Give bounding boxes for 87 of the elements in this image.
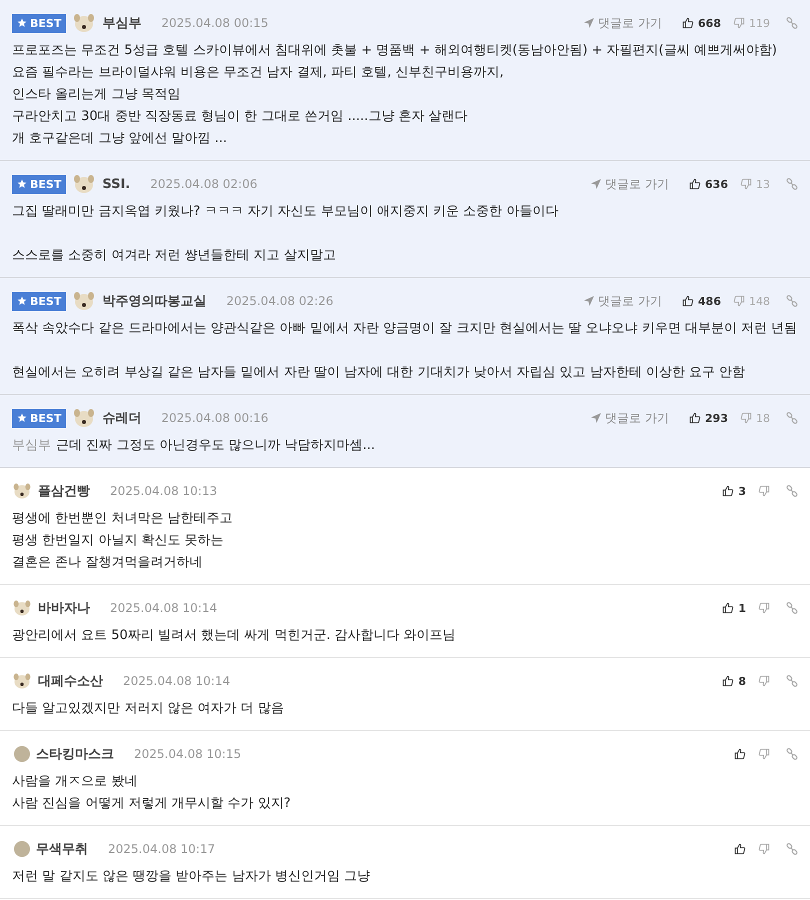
comment-text: 사람을 개ㅈ으로 봤네 bbox=[12, 773, 138, 791]
dislike-button[interactable] bbox=[758, 602, 770, 614]
send-icon bbox=[590, 412, 602, 424]
link-icon[interactable] bbox=[786, 602, 798, 614]
like-button[interactable]: 636 bbox=[689, 178, 728, 190]
author-name[interactable]: 스타킹마스크 bbox=[36, 745, 114, 763]
link-icon[interactable] bbox=[786, 17, 798, 29]
like-button[interactable]: 486 bbox=[682, 294, 721, 308]
comment-text: 다들 알고있겠지만 저러지 않은 여자가 더 많음 bbox=[12, 700, 285, 718]
thumbs-up-icon bbox=[722, 485, 734, 497]
dislike-button[interactable] bbox=[758, 748, 770, 760]
author-name[interactable]: 박주영의따봉교실 bbox=[102, 292, 206, 310]
comment-date: 2025.04.08 02:06 bbox=[150, 177, 258, 191]
link-icon[interactable] bbox=[786, 412, 798, 424]
dislike-button[interactable] bbox=[758, 843, 770, 855]
like-button[interactable]: 8 bbox=[722, 674, 746, 688]
thumbs-down-icon bbox=[758, 602, 770, 614]
thumbs-up-icon bbox=[689, 178, 702, 190]
link-icon[interactable] bbox=[786, 843, 798, 855]
send-icon bbox=[590, 178, 602, 190]
link-icon[interactable] bbox=[786, 295, 798, 307]
like-button[interactable] bbox=[734, 748, 746, 760]
comment-text: 광안리에서 요트 50짜리 빌려서 했는데 싸게 먹힌거군. 감사합니다 와이프님 bbox=[12, 627, 457, 645]
best-badge: BEST bbox=[12, 174, 66, 194]
comment-text: 요즘 필수라는 브라이덜샤워 비용은 무조건 남자 결제, 파티 호텔, 신부친구비용까지, bbox=[12, 64, 505, 82]
author-name[interactable]: 부심부 bbox=[102, 14, 142, 32]
avatar-icon bbox=[14, 841, 30, 857]
thumbs-up-icon bbox=[734, 748, 746, 760]
comment-text: 현실에서는 오히려 부상길 같은 남자들 밑에서 자란 딸이 남자에 대한 기대치가 낮아서 자립심 있고 남자한테 이상한 요구 안함 bbox=[12, 364, 746, 382]
comment-date: 2025.04.08 10:14 bbox=[110, 601, 218, 615]
thumbs-down-icon bbox=[758, 843, 770, 855]
comment-text: 프로포즈는 무조건 5성급 호텔 스카이뷰에서 침대위에 촛불 + 명품백 + 해외여행티켓(동남아안됨) + 자필편지(글씨 예쁘게써야함) bbox=[12, 42, 778, 60]
comment-date: 2025.04.08 10:17 bbox=[108, 842, 216, 856]
comment-date: 2025.04.08 10:14 bbox=[123, 674, 230, 688]
comment-date: 2025.04.08 02:26 bbox=[226, 294, 334, 308]
like-button[interactable]: 1 bbox=[722, 602, 746, 614]
link-icon[interactable] bbox=[786, 485, 798, 497]
dislike-button[interactable] bbox=[758, 485, 770, 497]
thumbs-up-icon bbox=[682, 295, 694, 307]
author-name[interactable]: 대페수소산 bbox=[38, 672, 103, 690]
comment-text: 폭삭 속았수다 같은 드라마에서는 양관식같은 아빠 밑에서 자란 양금명이 잘 크지만 현실에서는 딸 오냐오냐 키우면 대부분이 저런 년됨 bbox=[12, 320, 798, 338]
comment-text: 인스타 올리는게 그냥 목적임 bbox=[12, 86, 182, 104]
comment-date: 2025.04.08 00:15 bbox=[161, 16, 268, 30]
author-name[interactable]: 바바자나 bbox=[38, 599, 90, 617]
thumbs-up-icon bbox=[722, 675, 734, 687]
comment-date: 2025.04.08 10:15 bbox=[134, 747, 242, 761]
thumbs-down-icon bbox=[758, 748, 770, 760]
thumbs-up-icon bbox=[722, 602, 734, 614]
thumbs-down-icon bbox=[758, 485, 770, 497]
comment-date: 2025.04.08 10:13 bbox=[110, 484, 218, 498]
comment-text: 개 호구같은데 그냥 앞에선 말아낌 ... bbox=[12, 130, 228, 148]
thumbs-up-icon bbox=[689, 412, 702, 424]
comment-text: 그집 딸래미만 금지옥엽 키웠나? ㅋㅋㅋ 자기 자신도 부모님이 애지중지 키운 소중한 아들이다 bbox=[12, 203, 560, 221]
author-name[interactable]: 플삼건빵 bbox=[38, 482, 90, 500]
thumbs-down-icon bbox=[740, 412, 752, 424]
link-icon[interactable] bbox=[786, 675, 798, 687]
like-button[interactable]: 668 bbox=[682, 16, 721, 30]
like-button[interactable]: 3 bbox=[722, 484, 746, 498]
thumbs-down-icon bbox=[740, 178, 752, 190]
link-icon[interactable] bbox=[786, 178, 798, 190]
like-button[interactable]: 293 bbox=[689, 412, 728, 424]
avatar-icon bbox=[14, 746, 30, 762]
thumbs-down-icon bbox=[733, 295, 745, 307]
thumbs-up-icon bbox=[734, 843, 746, 855]
author-name[interactable]: 무색무취 bbox=[36, 840, 88, 858]
best-badge: BEST bbox=[12, 292, 66, 310]
thumbs-down-icon bbox=[733, 17, 745, 29]
comment-text: 부심부 근데 진짜 그정도 아닌경우도 많으니까 낙담하지마셈... bbox=[12, 437, 376, 455]
comment-text: 스스로를 소중히 여겨라 저런 썅년들한테 지고 살지말고 bbox=[12, 247, 337, 265]
thumbs-down-icon bbox=[758, 675, 770, 687]
best-badge: BEST bbox=[12, 14, 66, 32]
comment-text: 저런 말 같지도 않은 땡깡을 받아주는 남자가 병신인거임 그냥 bbox=[12, 868, 372, 886]
author-name[interactable]: 슈레더 bbox=[102, 409, 142, 427]
best-badge: BEST bbox=[12, 408, 66, 428]
comment-text: 구라안치고 30대 중반 직장동료 형님이 한 그대로 쓴거임 .....그냥 혼자 살랜다 bbox=[12, 108, 469, 126]
comment-date: 2025.04.08 00:16 bbox=[161, 411, 268, 425]
comment-text: 결혼은 존나 잘챙겨먹을려거하네 bbox=[12, 554, 204, 572]
author-name[interactable]: SSI. bbox=[102, 176, 130, 192]
like-button[interactable] bbox=[734, 843, 746, 855]
send-icon bbox=[583, 17, 596, 29]
link-icon[interactable] bbox=[786, 748, 798, 760]
thumbs-up-icon bbox=[682, 17, 694, 29]
dislike-button[interactable] bbox=[758, 675, 770, 687]
send-icon bbox=[583, 295, 596, 307]
comment-text: 평생 한번일지 아닐지 확신도 못하는 bbox=[12, 532, 225, 550]
comment-text: 사람 진심을 어떻게 저렇게 개무시할 수가 있지? bbox=[12, 795, 292, 813]
comment-text: 평생에 한번뿐인 처녀막은 남한테주고 bbox=[12, 510, 234, 528]
